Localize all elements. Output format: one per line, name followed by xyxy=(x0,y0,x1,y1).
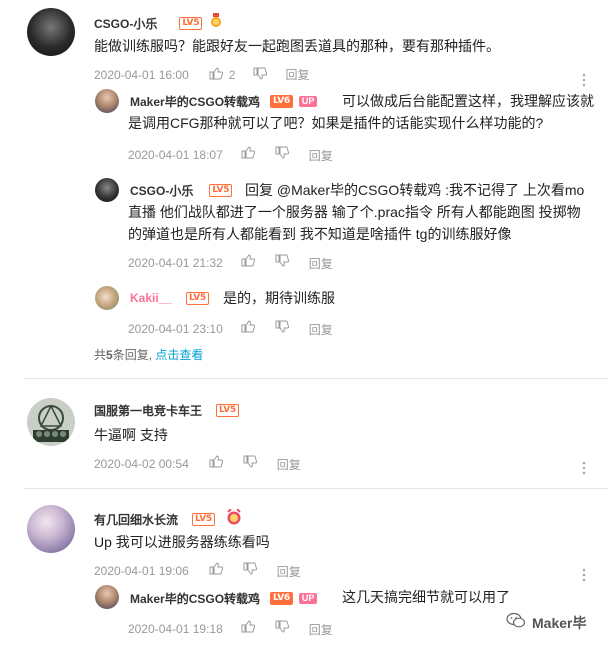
up-badge: UP xyxy=(298,96,318,107)
like-count: 2 xyxy=(228,67,236,82)
username[interactable]: 国服第一电竞卡车王 xyxy=(94,402,202,419)
level-badge: LV5 xyxy=(192,513,215,526)
avatar[interactable] xyxy=(27,398,75,446)
more-vertical-icon[interactable] xyxy=(582,568,586,587)
reply-date: 2020-04-01 21:32 xyxy=(128,256,223,270)
username[interactable]: Maker毕的CSGO转载鸡 xyxy=(130,590,260,607)
thumbs-down-icon[interactable] xyxy=(275,620,289,638)
level-badge: LV6 xyxy=(270,592,293,605)
comment-text: 牛逼啊 支持 xyxy=(94,427,168,443)
reply-button[interactable]: 回复 xyxy=(309,255,333,272)
divider xyxy=(24,378,608,379)
avatar[interactable] xyxy=(95,286,119,310)
more-vertical-icon[interactable] xyxy=(582,73,586,92)
reply-date: 2020-04-01 18:07 xyxy=(128,148,223,162)
reply-text: 这几天搞完细节就可以用了 xyxy=(342,589,510,605)
thumbs-down-icon[interactable] xyxy=(243,562,257,580)
level-badge: LV6 xyxy=(270,95,293,108)
reply-button[interactable]: 回复 xyxy=(309,321,333,338)
thumbs-up-icon[interactable] xyxy=(241,320,255,338)
avatar[interactable] xyxy=(27,8,75,56)
thumbs-up-icon[interactable] xyxy=(209,455,223,473)
medal-icon xyxy=(225,508,243,530)
reply-text: 是调用CFG那种就可以了吧？如果是插件的话能实现什么样功能的? xyxy=(128,115,544,131)
username[interactable]: Kakii__ xyxy=(130,291,172,305)
username[interactable]: 有几回细水长流 xyxy=(94,511,178,528)
username[interactable]: CSGO-小乐 xyxy=(94,15,157,32)
level-badge: LV5 xyxy=(179,16,203,30)
thumbs-up-icon[interactable] xyxy=(241,146,255,164)
reply-summary: 共5条回复, 点击查看 xyxy=(94,348,204,362)
reply-button[interactable]: 回复 xyxy=(309,621,333,638)
comment-date: 2020-04-01 19:06 xyxy=(94,564,189,578)
reply-text: 可以做成后台能配置这样，我理解应该就 xyxy=(342,93,594,109)
level-badge: LV5 xyxy=(209,184,233,197)
up-badge: UP xyxy=(298,593,318,604)
divider xyxy=(24,488,608,489)
reply-button[interactable]: 回复 xyxy=(309,147,333,164)
thumbs-down-icon[interactable] xyxy=(275,320,289,338)
reply-date: 2020-04-01 23:10 xyxy=(128,322,223,336)
reply-date: 2020-04-01 19:18 xyxy=(128,622,223,636)
avatar[interactable] xyxy=(95,178,119,202)
avatar[interactable] xyxy=(27,505,75,553)
reply-button[interactable]: 回复 xyxy=(285,66,309,83)
comment-text: 能做训练服吗？能跟好友一起跑图丢道具的那种，要有那种插件。 xyxy=(94,38,500,54)
thumbs-up-icon[interactable] xyxy=(241,620,255,638)
comment-text: Up 我可以进服务器练练看吗 xyxy=(94,534,270,550)
reply-button[interactable]: 回复 xyxy=(277,563,301,580)
thumbs-down-icon[interactable] xyxy=(243,455,257,473)
more-vertical-icon[interactable] xyxy=(582,461,586,480)
thumbs-up-icon[interactable] xyxy=(241,254,255,272)
avatar[interactable] xyxy=(95,89,119,113)
level-badge: LV5 xyxy=(186,291,209,305)
reply-count: 5 xyxy=(106,348,113,362)
level-badge: LV5 xyxy=(216,404,239,417)
wechat-icon xyxy=(506,612,526,634)
medal-icon xyxy=(210,13,222,33)
username[interactable]: Maker毕的CSGO转载鸡 xyxy=(130,93,260,110)
reply-text: 直播 他们战队都进了一个服务器 输了个.prac指令 所有人都能跑图 投掷物 xyxy=(128,204,581,220)
reply-text: 回复 @Maker毕的CSGO转载鸡 :我不记得了 上次看mo xyxy=(245,182,585,198)
thumbs-up-icon[interactable] xyxy=(209,562,223,580)
reply-text: 是的，期待训练服 xyxy=(223,290,335,306)
thumbs-down-icon[interactable] xyxy=(275,254,289,272)
avatar[interactable] xyxy=(95,585,119,609)
reply-button[interactable]: 回复 xyxy=(277,456,301,473)
comment-date: 2020-04-02 00:54 xyxy=(94,457,189,471)
thumbs-down-icon[interactable] xyxy=(275,146,289,164)
comment-date: 2020-04-01 16:00 xyxy=(94,67,189,82)
reply-text: 的弹道也是所有人都能看到 我不知道是啥插件 tg的训练服好像 xyxy=(128,226,512,242)
view-replies-link[interactable]: 点击查看 xyxy=(155,348,203,362)
watermark: Maker毕 xyxy=(532,615,587,631)
username[interactable]: CSGO-小乐 xyxy=(130,182,193,199)
thumbs-up-icon[interactable] xyxy=(209,66,223,83)
thumbs-down-icon[interactable] xyxy=(253,67,268,83)
